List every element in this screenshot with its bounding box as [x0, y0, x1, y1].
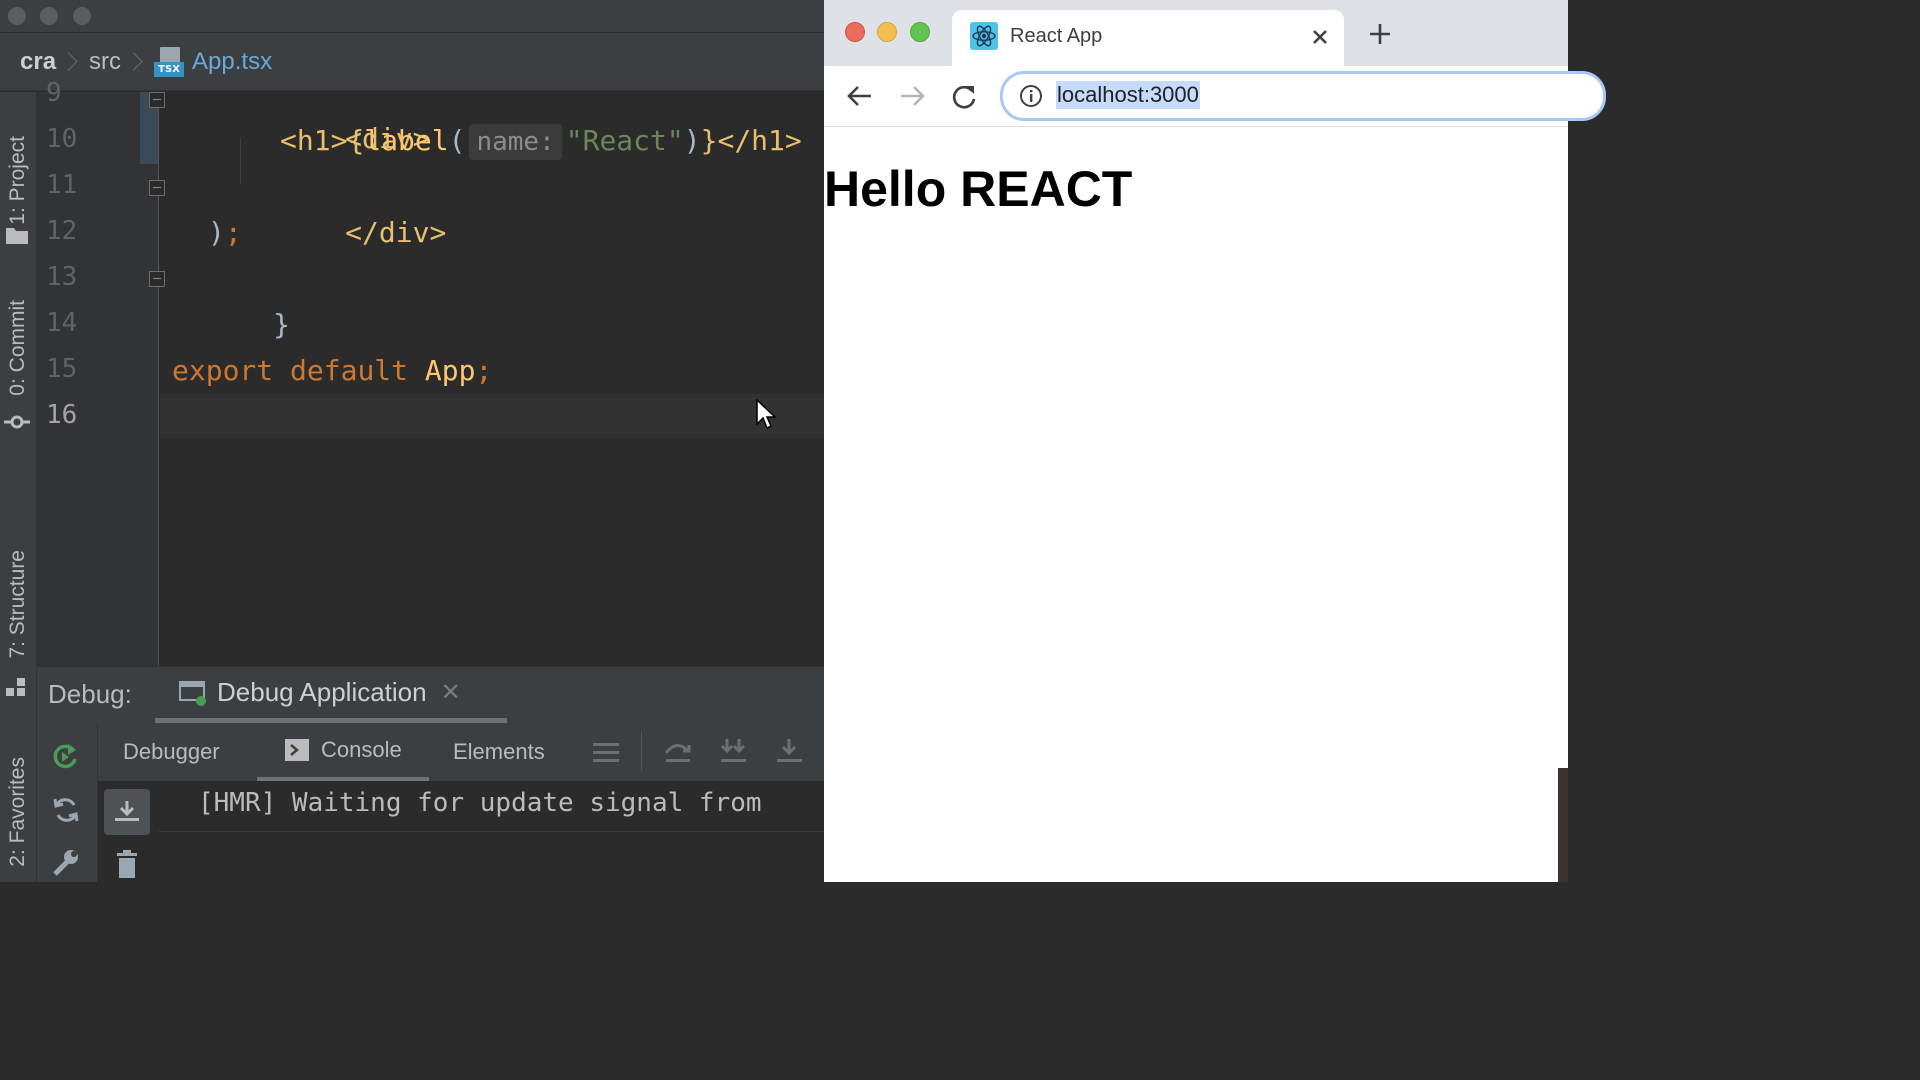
code-line-11: </div>: [345, 216, 447, 249]
code-line-10: <h1>{label(name: "React")}</h1>: [280, 118, 802, 164]
react-logo-icon: [970, 22, 998, 50]
ide-window: cra src TSX App.tsx 1: Project 0: Commit…: [0, 0, 824, 882]
step-into-my-code-icon[interactable]: [719, 737, 749, 765]
ide-close-dot[interactable]: [8, 7, 26, 25]
browser-window: React App localhost:3000 Hello REACT: [824, 0, 1606, 882]
info-icon[interactable]: [1019, 84, 1043, 108]
debug-panel-header: Debug: Debug Application ✕: [37, 666, 824, 723]
url-text: localhost:3000: [1056, 81, 1200, 109]
tool-window-structure[interactable]: 7: Structure: [0, 534, 36, 674]
structure-icon: [6, 678, 25, 696]
debug-tab-label: Debug Application: [217, 677, 427, 707]
close-window-button[interactable]: [845, 22, 865, 42]
tsx-file-icon: TSX: [154, 46, 185, 77]
breadcrumb-project[interactable]: cra: [20, 48, 56, 76]
wrench-icon: [53, 850, 78, 876]
project-tab-label: 1: Project: [6, 135, 29, 225]
forward-arrow-icon: [901, 86, 925, 106]
folder-icon: [6, 228, 28, 244]
rerun-button[interactable]: [43, 733, 89, 779]
breadcrumb-file[interactable]: App.tsx: [192, 48, 272, 76]
tool-window-favorites[interactable]: 2: Favorites: [0, 742, 36, 882]
code-line-12: );: [208, 216, 242, 249]
reload-button[interactable]: [948, 80, 980, 112]
forward-button[interactable]: [896, 80, 928, 112]
reload-icon: [952, 85, 976, 109]
line-number: 12: [46, 216, 78, 246]
minimize-window-button[interactable]: [877, 22, 897, 42]
step-into-icon[interactable]: [775, 737, 805, 765]
code-line-15: export default App;: [172, 354, 493, 387]
debug-config-icon: [179, 680, 206, 706]
rerun-icon: [53, 744, 77, 769]
tab-debugger[interactable]: Debugger: [123, 723, 220, 781]
debug-toolbar: Debugger Console Elements: [37, 723, 824, 782]
code-line-9: <div>: [345, 122, 430, 155]
browser-tab[interactable]: React App: [952, 10, 1344, 66]
maximize-window-button[interactable]: [910, 22, 930, 42]
line-number: 11: [46, 170, 78, 200]
console-icon: [285, 739, 309, 761]
tool-window-commit[interactable]: 0: Commit: [0, 288, 36, 408]
current-line-highlight: [160, 394, 824, 438]
ide-titlebar: [0, 0, 824, 33]
line-number-current: 16: [46, 400, 78, 430]
parameter-hint: name:: [469, 124, 562, 160]
commit-tab-label: 0: Commit: [6, 300, 29, 396]
line-number: 10: [46, 124, 78, 154]
restart-frame-button[interactable]: [43, 787, 89, 833]
commit-icon: [4, 415, 30, 429]
tab-console[interactable]: Console: [257, 723, 429, 781]
breadcrumb-folder[interactable]: src: [89, 48, 121, 76]
clear-console-button[interactable]: [104, 845, 150, 885]
gutter-divider: [158, 92, 159, 666]
favorites-tab-label: 2: Favorites: [6, 757, 29, 867]
step-over-icon[interactable]: [663, 737, 693, 765]
line-number: 13: [46, 262, 78, 292]
ide-minimize-dot[interactable]: [40, 7, 58, 25]
code-line-13: }: [273, 308, 291, 341]
mouse-cursor-icon: [756, 398, 777, 430]
line-number: 9: [46, 78, 62, 108]
trash-icon: [117, 850, 137, 878]
address-bar[interactable]: localhost:3000: [1000, 71, 1606, 121]
line-number: 15: [46, 354, 78, 384]
close-tab-icon[interactable]: [1306, 23, 1334, 51]
browser-tab-strip: React App: [824, 0, 1568, 66]
menu-icon[interactable]: [593, 741, 621, 765]
tab-elements[interactable]: Elements: [453, 723, 545, 781]
console-output[interactable]: [HMR] Waiting for update signal from: [98, 781, 824, 882]
scroll-to-end-button[interactable]: [104, 789, 150, 835]
settings-button[interactable]: [43, 839, 89, 885]
tab-title: React App: [1010, 25, 1103, 47]
debug-panel-label: Debug:: [48, 679, 132, 709]
code-editor[interactable]: <div> <h1>{label(name: "React")}</h1> </d…: [160, 92, 824, 666]
structure-tab-label: 7: Structure: [6, 549, 29, 659]
breadcrumb-separator-icon: [66, 51, 76, 73]
breadcrumb: cra src TSX App.tsx: [0, 33, 824, 91]
background-window-edge: [1558, 768, 1568, 882]
tool-window-strip: 1: Project 0: Commit 7: Structure 2: Fav…: [0, 92, 37, 882]
back-arrow-icon: [847, 86, 871, 106]
debug-application-tab[interactable]: Debug Application ✕: [155, 667, 507, 723]
page-heading: Hello REACT: [824, 161, 1133, 217]
scroll-to-end-icon: [115, 801, 139, 821]
console-divider: [158, 831, 824, 832]
back-button[interactable]: [844, 80, 876, 112]
ide-zoom-dot[interactable]: [73, 7, 91, 25]
debug-side-toolbar: [37, 723, 98, 882]
browser-toolbar: localhost:3000: [824, 66, 1606, 127]
breadcrumb-separator-icon: [131, 51, 141, 73]
line-number: 14: [46, 308, 78, 338]
console-log-line: [HMR] Waiting for update signal from: [198, 788, 762, 818]
new-tab-icon[interactable]: [1367, 21, 1393, 47]
close-icon[interactable]: ✕: [441, 678, 461, 707]
indent-guide: [240, 138, 241, 184]
refresh-icon: [53, 798, 79, 822]
